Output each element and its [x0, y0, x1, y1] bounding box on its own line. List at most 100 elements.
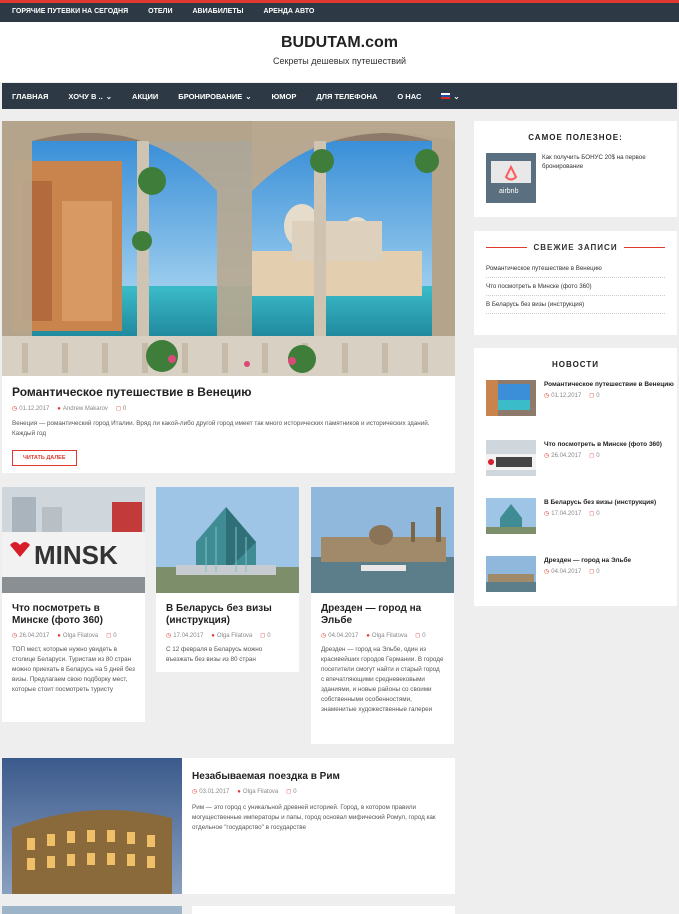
post-author[interactable]: ● Olga Filatova — [57, 633, 98, 639]
read-more-button[interactable]: ЧИТАТЬ ДАЛЕЕ — [12, 450, 77, 466]
topbar-link-hotels[interactable]: ОТЕЛИ — [148, 8, 172, 15]
date-text: 17.04.2017 — [173, 633, 204, 639]
recent-post-link[interactable]: Романтическое путешествие в Венецию — [486, 260, 665, 278]
news-title[interactable]: В Беларусь без визы (инструкция) — [544, 498, 656, 507]
author-text: Andrew Makarov — [62, 405, 108, 412]
airbnb-thumbnail[interactable]: airbnb — [486, 153, 536, 203]
post-title[interactable]: Романтическое путешествие в Венецию — [12, 386, 445, 399]
news-item[interactable]: Что посмотреть в Минске (фото 360) ◷ 26.0… — [486, 440, 662, 476]
nav-home[interactable]: ГЛАВНАЯ — [12, 92, 48, 101]
news-date: ◷ 04.04.2017 — [544, 568, 581, 575]
featured-post: Романтическое путешествие в Венецию ◷ 01.… — [2, 121, 455, 473]
dresden-image[interactable] — [311, 487, 454, 593]
post-author[interactable]: ● Olga Filatova — [211, 633, 252, 639]
next-post-image[interactable] — [2, 906, 182, 914]
language-switcher[interactable]: ⌄ — [441, 92, 460, 101]
dresden-thumbnail[interactable] — [486, 556, 536, 592]
nav-booking[interactable]: БРОНИРОВАНИЕ ⌄ — [178, 92, 251, 101]
main-navigation: ГЛАВНАЯ ХОЧУ В .. ⌄ АКЦИИ БРОНИРОВАНИЕ ⌄ Ю… — [2, 83, 677, 109]
author-text: Olga Filatova — [371, 632, 408, 639]
post-author[interactable]: ● Olga Filatova — [237, 789, 278, 795]
nav-label: ЮМОР — [271, 91, 297, 101]
date-text: 01.12.2017 — [19, 406, 50, 412]
topbar-link-flights[interactable]: АВИАБИЛЕТЫ — [192, 8, 243, 15]
useful-link[interactable]: Как получить БОНУС 20$ на первое брониро… — [542, 153, 662, 203]
user-icon: ● — [237, 788, 241, 795]
comment-count: 0 — [293, 789, 297, 795]
post-comments[interactable]: ◻ 0 — [286, 788, 296, 795]
post-meta: ◷ 26.04.2017 ● Olga Filatova ◻ 0 — [12, 632, 135, 640]
russia-flag-icon — [441, 93, 451, 99]
clock-icon: ◷ — [12, 633, 18, 639]
date-text: 03.01.2017 — [199, 789, 230, 795]
minsk-letters: MINSK — [34, 540, 118, 570]
chevron-down-icon: ⌄ — [105, 91, 113, 101]
post-comments[interactable]: ◻ 0 — [415, 632, 425, 639]
comment-icon: ◻ — [106, 633, 112, 639]
nav-about[interactable]: О НАС — [397, 92, 421, 101]
widget-title: СВЕЖИЕ ЗАПИСИ — [533, 243, 618, 252]
clock-icon: ◷ — [544, 569, 550, 575]
comment-icon: ◻ — [589, 511, 595, 517]
library-image[interactable] — [156, 487, 299, 593]
topbar-link-hot-tours[interactable]: ГОРЯЧИЕ ПУТЕВКИ НА СЕГОДНЯ — [12, 8, 128, 15]
news-date: ◷ 26.04.2017 — [544, 452, 581, 459]
news-title[interactable]: Дрезден — город на Эльбе — [544, 556, 631, 565]
venice-image[interactable] — [2, 121, 455, 376]
nav-humor[interactable]: ЮМОР — [272, 92, 297, 101]
topbar-link-car-rental[interactable]: АРЕНДА АВТО — [263, 8, 314, 15]
comment-icon: ◻ — [589, 393, 595, 399]
news-title[interactable]: Что посмотреть в Минске (фото 360) — [544, 440, 662, 449]
post-date: ◷ 17.04.2017 — [166, 632, 203, 639]
news-item[interactable]: Романтическое путешествие в Венецию ◷ 01.… — [486, 380, 674, 416]
post-comments[interactable]: ◻ 0 — [106, 632, 116, 639]
news-comments: ◻ 0 — [589, 568, 599, 575]
clock-icon: ◷ — [321, 633, 327, 639]
post-excerpt: Рим — это город с уникальной древней ист… — [192, 804, 436, 831]
post-meta: ◷ 04.04.2017 ● Olga Filatova ◻ 0 — [321, 632, 444, 640]
recent-post-link[interactable]: В Беларусь без визы (инструкция) — [486, 296, 665, 314]
nav-label: ХОЧУ В .. — [68, 91, 103, 101]
site-title[interactable]: BUDUTAM.com — [0, 34, 679, 52]
minsk-thumbnail[interactable] — [486, 440, 536, 476]
clock-icon: ◷ — [544, 453, 550, 459]
library-thumbnail[interactable] — [486, 498, 536, 534]
recent-post-link[interactable]: Что посмотреть в Минске (фото 360) — [486, 278, 665, 296]
post-date: ◷ 04.04.2017 — [321, 632, 358, 639]
news-date: ◷ 17.04.2017 — [544, 510, 581, 517]
comment-count: 0 — [596, 511, 600, 517]
airbnb-logo-text: airbnb — [499, 188, 519, 195]
comment-count: 0 — [122, 406, 127, 412]
post-card-minsk: MINSK Что посмотреть в Минске (фото 360)… — [2, 487, 145, 722]
nav-label: О НАС — [397, 91, 422, 101]
comment-icon: ◻ — [260, 633, 266, 639]
news-item[interactable]: В Беларусь без визы (инструкция) ◷ 17.04.… — [486, 498, 656, 534]
colosseum-image[interactable] — [2, 758, 182, 894]
clock-icon: ◷ — [544, 511, 550, 517]
nav-deals[interactable]: АКЦИИ — [132, 92, 158, 101]
post-date: ◷ 03.01.2017 — [192, 788, 229, 795]
comment-icon: ◻ — [589, 453, 595, 459]
post-title[interactable]: Незабываемая поездка в Рим — [192, 770, 442, 783]
post-comments[interactable]: ◻ 0 — [116, 405, 126, 412]
venice-thumbnail[interactable] — [486, 380, 536, 416]
post-title[interactable]: Что посмотреть в Минске (фото 360) — [12, 603, 135, 627]
author-text: Olga Filatova — [62, 632, 99, 639]
news-title[interactable]: Романтическое путешествие в Венецию — [544, 380, 674, 389]
nav-mobile[interactable]: ДЛЯ ТЕЛЕФОНА — [316, 92, 377, 101]
minsk-image[interactable]: MINSK — [2, 487, 145, 593]
post-title[interactable]: В Беларусь без визы (инструкция) — [166, 603, 289, 627]
comment-count: 0 — [596, 569, 600, 575]
news-item[interactable]: Дрезден — город на Эльбе ◷ 04.04.2017 ◻ 0 — [486, 556, 631, 592]
post-title[interactable]: Дрезден — город на Эльбе — [321, 603, 444, 627]
post-author[interactable]: ● Andrew Makarov — [57, 406, 108, 412]
post-comments[interactable]: ◻ 0 — [260, 632, 270, 639]
post-excerpt: ТОП мест, которые нужно увидеть в столиц… — [12, 646, 135, 693]
site-header: BUDUTAM.com Секреты дешевых путешествий — [0, 22, 679, 82]
post-excerpt: Дрезден — город на Эльбе, один из красив… — [321, 646, 444, 713]
nav-label: БРОНИРОВАНИЕ — [178, 91, 243, 101]
comment-icon: ◻ — [415, 633, 421, 639]
nav-want-to[interactable]: ХОЧУ В .. ⌄ — [68, 92, 112, 101]
post-author[interactable]: ● Olga Filatova — [366, 633, 407, 639]
top-bar: ГОРЯЧИЕ ПУТЕВКИ НА СЕГОДНЯ ОТЕЛИ АВИАБИЛ… — [0, 0, 679, 22]
